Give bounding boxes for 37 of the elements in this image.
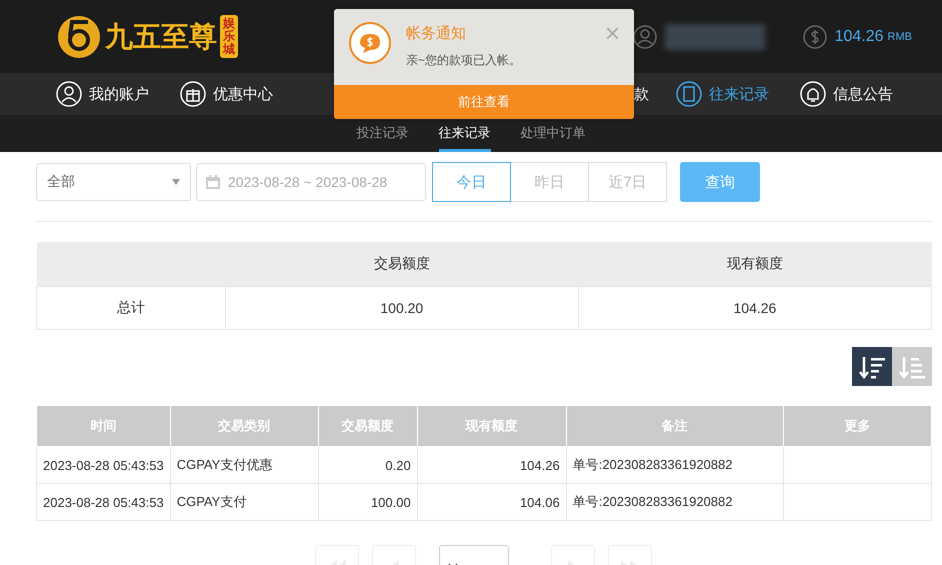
nav-item[interactable]: 信息公告 xyxy=(800,81,924,107)
table-cell: CGPAY支付 xyxy=(170,484,318,520)
coin-chat-icon xyxy=(348,21,392,65)
table-header: 现有额度 xyxy=(578,242,932,286)
currency-label: RMB xyxy=(888,30,912,42)
table-cell: 单号:202308283361920882 xyxy=(566,446,784,484)
nav-item[interactable]: 优惠中心 xyxy=(180,81,304,107)
dollar-icon xyxy=(802,24,827,48)
table-cell: 100.00 xyxy=(318,484,418,520)
gift-icon xyxy=(180,81,206,107)
type-select[interactable]: 全部 xyxy=(36,163,191,201)
notification-message: 亲~您的款项已入帐。 xyxy=(406,52,522,69)
calendar-icon xyxy=(205,174,221,190)
table-header: 交易额度 xyxy=(225,242,578,286)
table-cell: 100.20 xyxy=(225,286,578,330)
caret-icon xyxy=(172,179,180,185)
logo-emblem-icon xyxy=(56,14,102,60)
table-cell: 总计 xyxy=(36,286,226,330)
nav-item[interactable]: 我的账户 xyxy=(56,81,180,107)
table-cell: 104.06 xyxy=(417,484,566,520)
doc-icon xyxy=(676,81,702,107)
table-cell: 2023-08-28 05:43:53 xyxy=(36,446,170,484)
table-cell: 104.26 xyxy=(417,446,566,484)
table-cell: 0.20 xyxy=(318,446,418,484)
bell-icon xyxy=(800,81,826,107)
notification-title: 帐务通知 xyxy=(406,24,467,43)
user-icon[interactable] xyxy=(632,24,657,48)
table-cell: 104.26 xyxy=(578,286,932,330)
table-cell: 2023-08-28 05:43:53 xyxy=(36,484,170,520)
balance-amount: 104.26 xyxy=(834,28,884,46)
logo-badge: 娱乐城 xyxy=(220,14,238,58)
nav-item[interactable]: 往来记录 xyxy=(676,81,800,107)
user-icon xyxy=(56,81,82,107)
table-cell: CGPAY支付优惠 xyxy=(170,446,318,484)
table-cell: 单号:202308283361920882 xyxy=(566,484,784,520)
logo-text: 九五至尊 xyxy=(105,18,217,54)
sort-descending-button[interactable] xyxy=(852,347,892,386)
